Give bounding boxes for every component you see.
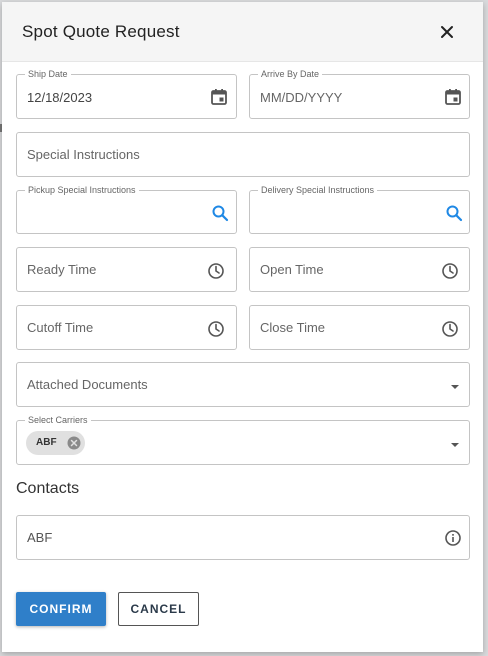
cancel-button[interactable]: CANCEL: [118, 592, 199, 626]
attached-documents-placeholder: Attached Documents: [27, 377, 148, 392]
special-instructions-placeholder: Special Instructions: [27, 147, 140, 162]
delivery-special-instructions-label: Delivery Special Instructions: [258, 184, 378, 196]
ship-date-value: 12/18/2023: [27, 90, 93, 105]
cutoff-time-field[interactable]: Cutoff Time: [16, 305, 237, 350]
close-icon: [441, 26, 453, 38]
close-time-placeholder: Close Time: [260, 320, 326, 335]
info-icon[interactable]: [444, 529, 462, 547]
carrier-chip[interactable]: ABF: [26, 431, 85, 455]
close-button[interactable]: [436, 21, 458, 43]
calendar-icon[interactable]: [444, 88, 462, 106]
spot-quote-dialog: Spot Quote Request Ship Date 12/18/2023 …: [2, 2, 483, 652]
search-icon[interactable]: [445, 204, 463, 222]
cutoff-time-placeholder: Cutoff Time: [27, 320, 94, 335]
pickup-special-instructions-field[interactable]: Pickup Special Instructions: [16, 184, 237, 234]
contacts-heading: Contacts: [16, 480, 80, 497]
arrive-by-date-placeholder: MM/DD/YYYY: [260, 90, 343, 105]
arrive-by-date-label: Arrive By Date: [258, 68, 323, 80]
calendar-icon[interactable]: [210, 88, 228, 106]
select-carriers-select[interactable]: Select Carriers ABF: [16, 414, 470, 465]
attached-documents-select[interactable]: Attached Documents: [16, 362, 470, 407]
search-icon[interactable]: [211, 204, 229, 222]
clock-icon[interactable]: [441, 320, 459, 338]
select-carriers-label: Select Carriers: [25, 414, 91, 426]
close-time-field[interactable]: Close Time: [249, 305, 470, 350]
clock-icon[interactable]: [441, 262, 459, 280]
caret-down-icon[interactable]: [446, 435, 464, 453]
special-instructions-field[interactable]: Special Instructions: [16, 132, 470, 177]
ready-time-placeholder: Ready Time: [27, 262, 97, 277]
arrive-by-date-field[interactable]: Arrive By Date MM/DD/YYYY: [249, 68, 470, 119]
pickup-special-instructions-label: Pickup Special Instructions: [25, 184, 139, 196]
contacts-field[interactable]: ABF: [16, 515, 470, 560]
delivery-special-instructions-field[interactable]: Delivery Special Instructions: [249, 184, 470, 234]
carrier-chip-label: ABF: [36, 437, 57, 448]
contacts-value: ABF: [27, 530, 53, 545]
caret-down-icon[interactable]: [446, 377, 464, 395]
clock-icon[interactable]: [207, 262, 225, 280]
ship-date-field[interactable]: Ship Date 12/18/2023: [16, 68, 237, 119]
clock-icon[interactable]: [207, 320, 225, 338]
cancel-circle-icon[interactable]: [66, 435, 82, 451]
ship-date-label: Ship Date: [25, 68, 71, 80]
dialog-header: Spot Quote Request: [2, 2, 483, 62]
open-time-field[interactable]: Open Time: [249, 247, 470, 292]
dialog-title: Spot Quote Request: [22, 22, 180, 41]
ready-time-field[interactable]: Ready Time: [16, 247, 237, 292]
confirm-button[interactable]: CONFIRM: [16, 592, 106, 626]
open-time-placeholder: Open Time: [260, 262, 324, 277]
